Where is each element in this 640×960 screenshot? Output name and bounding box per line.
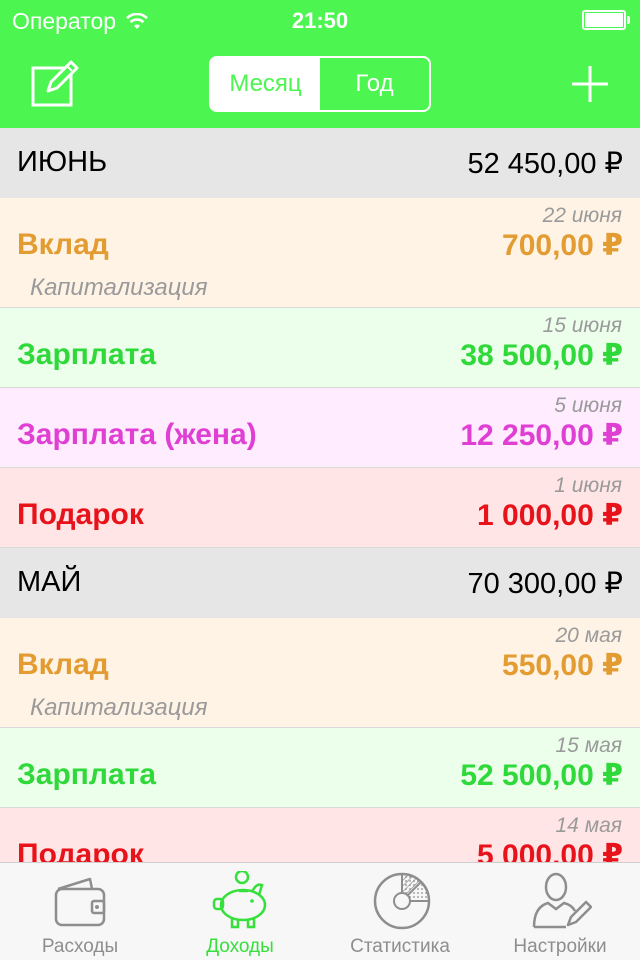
- tab-bar: Расходы Доходы Статистика Настройки: [0, 862, 640, 960]
- entry-note: Капитализация: [30, 694, 208, 721]
- entry-date: 15 июня: [542, 314, 622, 337]
- entry-date: 20 мая: [555, 624, 623, 647]
- add-icon[interactable]: [570, 64, 610, 104]
- entry-title: Вклад: [17, 228, 109, 261]
- edit-icon[interactable]: [30, 60, 80, 108]
- month-total: 70 300,00 ₽: [467, 568, 623, 600]
- income-row[interactable]: 15 мая Зарплата 52 500,00 ₽: [0, 728, 640, 808]
- entry-amount: 550,00 ₽: [502, 649, 623, 682]
- month-name: МАЙ: [17, 566, 82, 598]
- income-row[interactable]: 1 июня Подарок 1 000,00 ₽: [0, 468, 640, 548]
- entry-date: 1 июня: [554, 474, 622, 497]
- income-row[interactable]: 5 июня Зарплата (жена) 12 250,00 ₽: [0, 388, 640, 468]
- entry-amount: 52 500,00 ₽: [460, 759, 623, 792]
- nav-bar: Месяц Год: [0, 40, 640, 128]
- tab-expenses[interactable]: Расходы: [0, 863, 160, 960]
- month-header: МАЙ 70 300,00 ₽: [0, 548, 640, 618]
- pie-chart-icon: [373, 872, 431, 930]
- clock: 21:50: [291, 8, 349, 33]
- tab-label: Статистика: [350, 936, 450, 957]
- tab-statistics[interactable]: Статистика: [320, 863, 480, 960]
- entry-note: Капитализация: [30, 274, 208, 301]
- segment-month[interactable]: Месяц: [211, 58, 320, 110]
- user-settings-icon: [532, 872, 592, 929]
- entry-date: 22 июня: [542, 204, 622, 227]
- entry-amount: 700,00 ₽: [502, 229, 623, 262]
- entry-title: Вклад: [17, 648, 109, 681]
- entry-amount: 38 500,00 ₽: [460, 339, 623, 372]
- segment-year[interactable]: Год: [320, 58, 429, 110]
- entry-date: 14 мая: [555, 814, 623, 837]
- month-header: ИЮНЬ 52 450,00 ₽: [0, 128, 640, 198]
- entry-amount: 12 250,00 ₽: [460, 419, 623, 452]
- wallet-icon: [54, 877, 106, 927]
- income-row[interactable]: 14 мая Подарок 5 000,00 ₽: [0, 808, 640, 862]
- battery-icon: [582, 10, 630, 30]
- status-bar: Оператор 21:50: [0, 0, 640, 40]
- header: Оператор 21:50 Месяц Год: [0, 0, 640, 128]
- entry-date: 15 мая: [555, 734, 623, 757]
- entry-title: Зарплата: [17, 758, 157, 791]
- income-row[interactable]: 22 июня Вклад 700,00 ₽ Капитализация: [0, 198, 640, 308]
- tab-label: Доходы: [206, 936, 274, 957]
- period-segmented-control: Месяц Год: [209, 56, 431, 112]
- tab-label: Настройки: [513, 936, 607, 957]
- income-row[interactable]: 15 июня Зарплата 38 500,00 ₽: [0, 308, 640, 388]
- tab-label: Расходы: [41, 936, 119, 957]
- income-list[interactable]: ИЮНЬ 52 450,00 ₽ 22 июня Вклад 700,00 ₽ …: [0, 128, 640, 862]
- month-total: 52 450,00 ₽: [467, 148, 623, 180]
- month-name: ИЮНЬ: [17, 146, 108, 178]
- entry-title: Подарок: [17, 838, 144, 862]
- entry-title: Подарок: [17, 498, 144, 531]
- entry-amount: 5 000,00 ₽: [477, 839, 623, 862]
- tab-settings[interactable]: Настройки: [480, 863, 640, 960]
- entry-title: Зарплата (жена): [17, 418, 257, 451]
- entry-date: 5 июня: [554, 394, 622, 417]
- tab-income[interactable]: Доходы: [160, 863, 320, 960]
- piggy-bank-icon: [212, 871, 267, 929]
- entry-title: Зарплата: [17, 338, 157, 371]
- income-row[interactable]: 20 мая Вклад 550,00 ₽ Капитализация: [0, 618, 640, 728]
- entry-amount: 1 000,00 ₽: [477, 499, 623, 532]
